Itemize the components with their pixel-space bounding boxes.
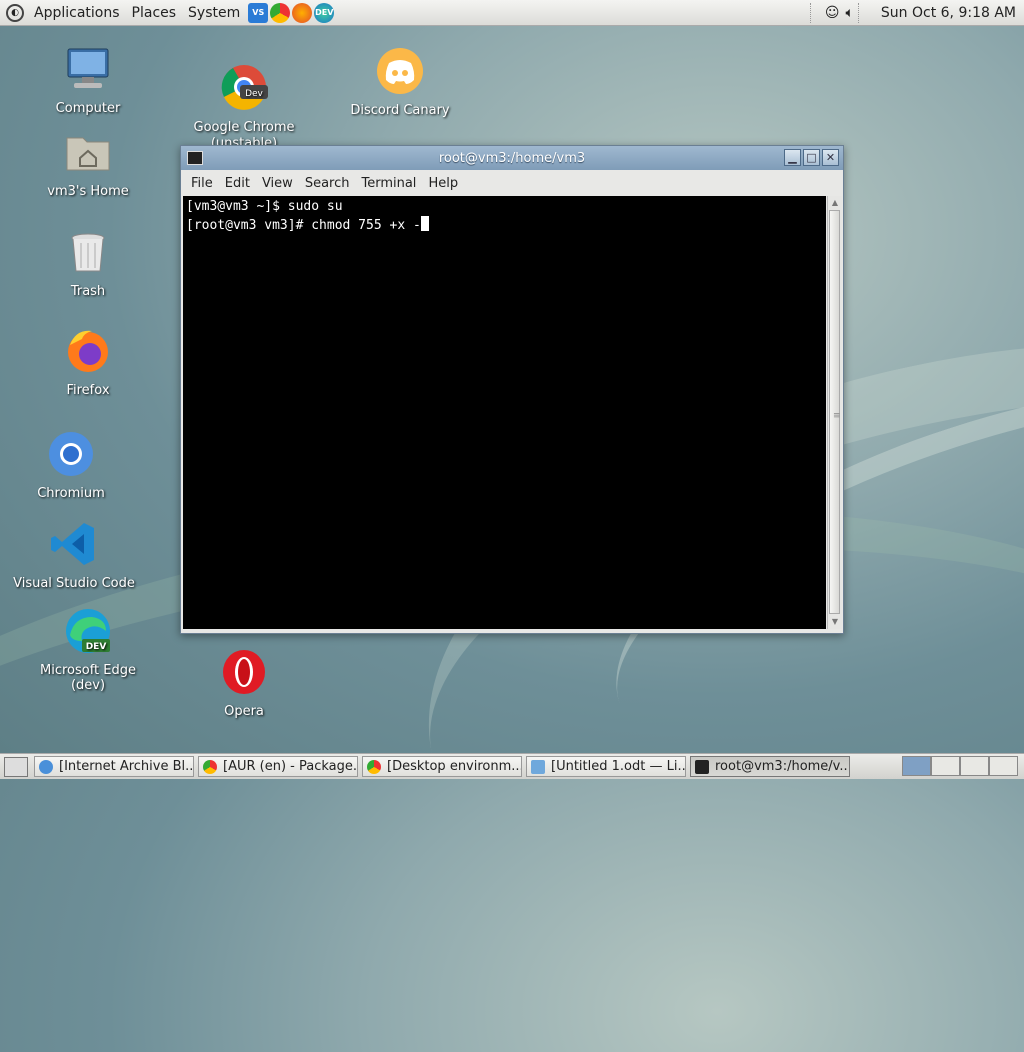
chrome-dev-launcher-icon[interactable] xyxy=(270,2,291,23)
workspace-switcher xyxy=(902,756,1018,776)
tray-separator xyxy=(857,2,869,23)
firefox-launcher-icon[interactable] xyxy=(292,2,313,23)
volume-icon[interactable]: 🔈︎ xyxy=(846,5,854,21)
desktop-icon-computer[interactable]: Computer xyxy=(23,45,153,116)
taskbar-item[interactable]: [AUR (en) - Package... xyxy=(198,756,358,777)
menu-file[interactable]: File xyxy=(185,176,219,191)
vscode-icon xyxy=(51,523,94,565)
trash-icon xyxy=(71,233,105,272)
desktop-icon-label: Firefox xyxy=(66,383,110,398)
workspace-3[interactable] xyxy=(960,756,989,776)
discord-tray-icon[interactable]: ☺ xyxy=(825,5,840,21)
scroll-down-icon[interactable]: ▼ xyxy=(828,615,842,629)
computer-icon xyxy=(67,48,109,88)
menu-search[interactable]: Search xyxy=(299,176,356,191)
distro-logo-icon[interactable]: ◐ xyxy=(6,3,24,22)
taskbar-item[interactable]: [Internet Archive Bl... xyxy=(34,756,194,777)
firefox-icon xyxy=(68,330,108,372)
system-tray: ☺ 🔈︎ Sun Oct 6, 9:18 AM xyxy=(806,0,1024,25)
taskbar-item[interactable]: root@vm3:/home/v... xyxy=(690,756,850,777)
menu-view[interactable]: View xyxy=(256,176,299,191)
desktop-icon-chromium[interactable]: Chromium xyxy=(6,430,136,501)
window-title: root@vm3:/home/vm3 xyxy=(438,150,586,166)
terminal-icon xyxy=(187,151,203,165)
terminal-line: [root@vm3 vm3]# chmod 755 +x - xyxy=(186,216,823,235)
menubar: File Edit View Search Terminal Help xyxy=(181,170,843,196)
desktop-icon-firefox[interactable]: Firefox xyxy=(23,327,153,398)
desktop-icon-vscode[interactable]: Visual Studio Code xyxy=(9,520,139,591)
places-menu[interactable]: Places xyxy=(126,0,183,25)
desktop-icon-label: Discord Canary xyxy=(350,103,450,118)
desktop-icon-label: vm3's Home xyxy=(47,184,129,199)
terminal-icon xyxy=(695,759,709,774)
svg-text:DEV: DEV xyxy=(86,642,107,652)
system-menu[interactable]: System xyxy=(182,0,246,25)
desktop-icon-label: Chromium xyxy=(37,486,105,501)
taskbar-item-label: [Desktop environm... xyxy=(387,759,522,774)
chrome-dev-icon: Dev xyxy=(221,65,268,110)
close-button[interactable]: ✕ xyxy=(822,149,839,166)
desktop-icon-edge-dev[interactable]: DEV Microsoft Edge (dev) xyxy=(23,607,153,693)
workspace-2[interactable] xyxy=(931,756,960,776)
applications-menu[interactable]: Applications xyxy=(28,0,126,25)
terminal-line: [vm3@vm3 ~]$ sudo su xyxy=(186,199,343,214)
scrollbar-thumb[interactable]: ≡ xyxy=(829,210,841,614)
menu-terminal[interactable]: Terminal xyxy=(355,176,422,191)
text-cursor xyxy=(420,216,429,231)
desktop-icon-label: Computer xyxy=(55,101,121,116)
taskbar-item-label: root@vm3:/home/v... xyxy=(715,759,850,774)
vertical-scrollbar[interactable]: ▲ ≡ ▼ xyxy=(827,196,842,629)
desktop-icon-opera[interactable]: Opera xyxy=(179,648,309,719)
top-panel: ◐ Applications Places System VS DEV ☺ 🔈︎… xyxy=(0,0,1024,26)
chromium-icon xyxy=(49,432,93,476)
taskbar-item-label: [Untitled 1.odt — Li... xyxy=(551,759,686,774)
workspace-4[interactable] xyxy=(989,756,1018,776)
taskbar-item-label: [Internet Archive Bl... xyxy=(59,759,194,774)
discord-canary-icon xyxy=(377,48,423,94)
chrome-icon xyxy=(367,759,381,774)
document-icon xyxy=(531,759,545,774)
bottom-panel: [Internet Archive Bl... [AUR (en) - Pack… xyxy=(0,753,1024,779)
taskbar-item-label: [AUR (en) - Package... xyxy=(223,759,358,774)
maximize-button[interactable]: □ xyxy=(803,149,820,166)
menu-help[interactable]: Help xyxy=(422,176,464,191)
edge-dev-launcher-icon[interactable]: DEV xyxy=(314,2,335,23)
desktop-icon-home[interactable]: vm3's Home xyxy=(23,128,153,199)
desktop-icon-label: Opera xyxy=(224,704,264,719)
terminal-output[interactable]: [vm3@vm3 ~]$ sudo su [root@vm3 vm3]# chm… xyxy=(183,196,826,629)
vscode-launcher-icon[interactable]: VS xyxy=(248,2,269,23)
taskbar-item[interactable]: [Untitled 1.odt — Li... xyxy=(526,756,686,777)
opera-icon xyxy=(223,650,265,694)
menu-edit[interactable]: Edit xyxy=(219,176,256,191)
chrome-icon xyxy=(203,759,217,774)
clock[interactable]: Sun Oct 6, 9:18 AM xyxy=(873,5,1024,21)
edge-dev-icon: DEV xyxy=(66,609,110,653)
taskbar-item[interactable]: [Desktop environm... xyxy=(362,756,522,777)
browser-icon xyxy=(39,759,53,774)
terminal-prompt-line: [root@vm3 vm3]# chmod 755 +x - xyxy=(186,218,421,233)
workspace-1[interactable] xyxy=(902,756,931,776)
show-desktop-button[interactable] xyxy=(4,756,28,777)
minimize-button[interactable]: ▁ xyxy=(784,149,801,166)
desktop-icon-label: Trash xyxy=(70,284,106,299)
svg-text:Dev: Dev xyxy=(245,89,263,99)
desktop-icon-discord-canary[interactable]: Discord Canary xyxy=(335,47,465,118)
desktop-icon-trash[interactable]: Trash xyxy=(23,228,153,299)
tray-separator xyxy=(809,2,821,23)
window-titlebar[interactable]: root@vm3:/home/vm3 ▁ □ ✕ xyxy=(181,146,843,170)
desktop-icon-label: Microsoft Edge (dev) xyxy=(39,663,136,693)
terminal-window[interactable]: root@vm3:/home/vm3 ▁ □ ✕ File Edit View … xyxy=(180,145,844,634)
desktop-icon-label: Visual Studio Code xyxy=(13,576,135,591)
scroll-up-icon[interactable]: ▲ xyxy=(828,196,842,210)
home-folder-icon xyxy=(66,137,110,171)
